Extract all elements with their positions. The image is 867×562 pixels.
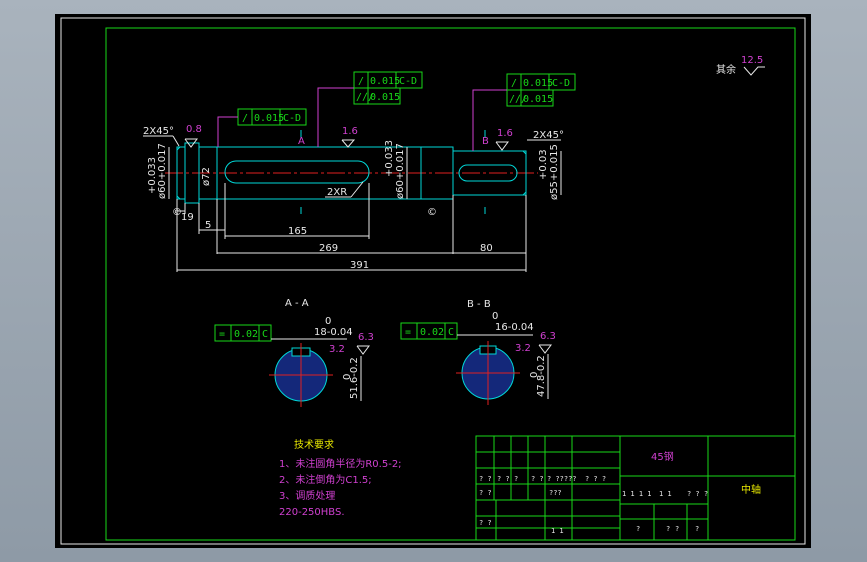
svg-text:/: / (242, 113, 248, 124)
technical-notes: 技术要求 1、未注圆角半径为R0.5-2; 2、未注倒角为C1.5; 3、调质处… (279, 438, 402, 518)
svg-text:?: ? (636, 525, 640, 533)
svg-text:???: ??? (549, 489, 562, 497)
datum-c-marker: © (427, 207, 437, 218)
svg-text:?: ? (695, 525, 699, 533)
notes-line-1: 1、未注圆角半径为R0.5-2; (279, 457, 402, 470)
roughness-rest-value: 12.5 (741, 55, 763, 66)
svg-text:/: / (511, 78, 517, 89)
shaft-drawing: 其余 12.5 A B © © 2X45° 2X45° 0.8 1.6 1.6 … (60, 17, 806, 545)
svg-text:C-D: C-D (283, 113, 301, 124)
dim-len-80: 80 (480, 243, 493, 254)
svg-text:1 1: 1 1 (551, 527, 564, 535)
dim-len-269: 269 (319, 243, 338, 254)
svg-text:0.015: 0.015 (370, 92, 400, 103)
titleblock-part-name: 中轴 (741, 483, 761, 496)
svg-text:0.015: 0.015 (254, 113, 284, 124)
roughness-rest-label: 其余 (716, 63, 736, 76)
svg-text:0.015: 0.015 (523, 94, 553, 105)
svg-text:C: C (262, 329, 268, 340)
roughness-rest-symbol (743, 66, 765, 76)
svg-text:? ? ?: ? ? ? (687, 490, 708, 498)
svg-text:0: 0 (492, 311, 498, 322)
svg-text:0: 0 (529, 372, 540, 378)
notes-line-4: 220-250HBS. (279, 507, 345, 518)
svg-text:? ?: ? ? (531, 475, 544, 483)
svg-text:?: ? (514, 475, 518, 483)
svg-text:0.02: 0.02 (420, 327, 444, 338)
dim-mid-diameter: ø60+0.017 (395, 143, 406, 199)
svg-text:0: 0 (342, 374, 353, 380)
dim-len-19: 19 (181, 212, 194, 223)
svg-text:1 1 1 1: 1 1 1 1 (622, 490, 652, 498)
drawing-viewport[interactable]: 其余 12.5 A B © © 2X45° 2X45° 0.8 1.6 1.6 … (55, 14, 811, 548)
diameter-labels: +0.033 ø60+0.017 ø72 +0.033 ø60+0.017 +0… (147, 140, 560, 200)
svg-text:/: / (358, 76, 364, 87)
svg-text:0.015: 0.015 (370, 76, 400, 87)
svg-text:? ?: ? ? (479, 519, 492, 527)
roughness-left-value: 0.8 (186, 124, 202, 135)
svg-text:0.02: 0.02 (234, 329, 258, 340)
sheet-outer-border (60, 17, 806, 545)
dim-left-diameter: ø60+0.017 (157, 143, 168, 199)
dim-len-165: 165 (288, 226, 307, 237)
svg-text:0.015: 0.015 (523, 78, 553, 89)
sheet-inner-border (105, 27, 796, 541)
svg-text:C-D: C-D (399, 76, 417, 87)
dim-right-diameter-tol: +0.03 (538, 149, 549, 180)
svg-text:? ?????: ? ????? (547, 475, 577, 483)
section-a-width: 18-0.04 (314, 327, 353, 338)
notes-line-3: 3、调质处理 (279, 490, 335, 502)
notes-title: 技术要求 (294, 438, 334, 451)
section-b-top-mark: B (482, 136, 489, 147)
title-block: 45钢 中轴 ? ? ? ? ? ? ? ? ????? ? ? ? ? ? ?… (475, 435, 796, 541)
section-b-view: B - B = 0.02 C 16-0.04 0 6.3 3.2 47.8-0.… (400, 299, 556, 405)
roughness-right-value: 1.6 (497, 128, 513, 139)
svg-text:? ?: ? ? (479, 475, 492, 483)
notes-line-2: 2、未注倒角为C1.5; (279, 473, 372, 486)
section-b-width: 16-0.04 (495, 322, 534, 333)
svg-text:3.2: 3.2 (329, 344, 345, 355)
dim-d72: ø72 (201, 167, 212, 186)
chamfer-right-label: 2X45° (533, 130, 564, 141)
section-a-title: A - A (285, 298, 309, 309)
svg-text:6.3: 6.3 (358, 332, 374, 343)
svg-text:0: 0 (325, 316, 331, 327)
svg-text:C: C (448, 327, 454, 338)
svg-text:1 1: 1 1 (659, 490, 672, 498)
dim-radius-label: 2XR (327, 187, 347, 198)
fcf-mid: / 0.015 C-D /∕/ 0.015 (317, 71, 423, 147)
fcf-left: / 0.015 C-D (217, 108, 307, 147)
titleblock-material: 45钢 (651, 450, 674, 463)
section-b-title: B - B (467, 299, 491, 310)
cad-application-window: 其余 12.5 A B © © 2X45° 2X45° 0.8 1.6 1.6 … (0, 0, 867, 562)
dim-len-5: 5 (205, 220, 211, 231)
roughness-mid-value: 1.6 (342, 126, 358, 137)
svg-text:C-D: C-D (552, 78, 570, 89)
svg-text:? ?: ? ? (479, 489, 492, 497)
svg-text:? ?: ? ? (497, 475, 510, 483)
chamfer-left-label: 2X45° (143, 126, 174, 137)
section-a-view: A - A = 0.02 C 18-0.04 0 6.3 3.2 51.6-0.… (214, 298, 374, 407)
svg-text:3.2: 3.2 (515, 343, 531, 354)
dim-right-diameter: ø55+0.015 (549, 144, 560, 200)
svg-text:6.3: 6.3 (540, 331, 556, 342)
dim-len-391: 391 (350, 260, 369, 271)
svg-text:? ? ?: ? ? ? (585, 475, 606, 483)
svg-text:?: ? (666, 525, 670, 533)
dim-mid-diameter-tol: +0.033 (384, 140, 395, 177)
section-a-top-mark: A (298, 136, 305, 147)
svg-text:=: = (219, 329, 225, 340)
svg-text:=: = (405, 327, 411, 338)
svg-text:?: ? (675, 525, 679, 533)
